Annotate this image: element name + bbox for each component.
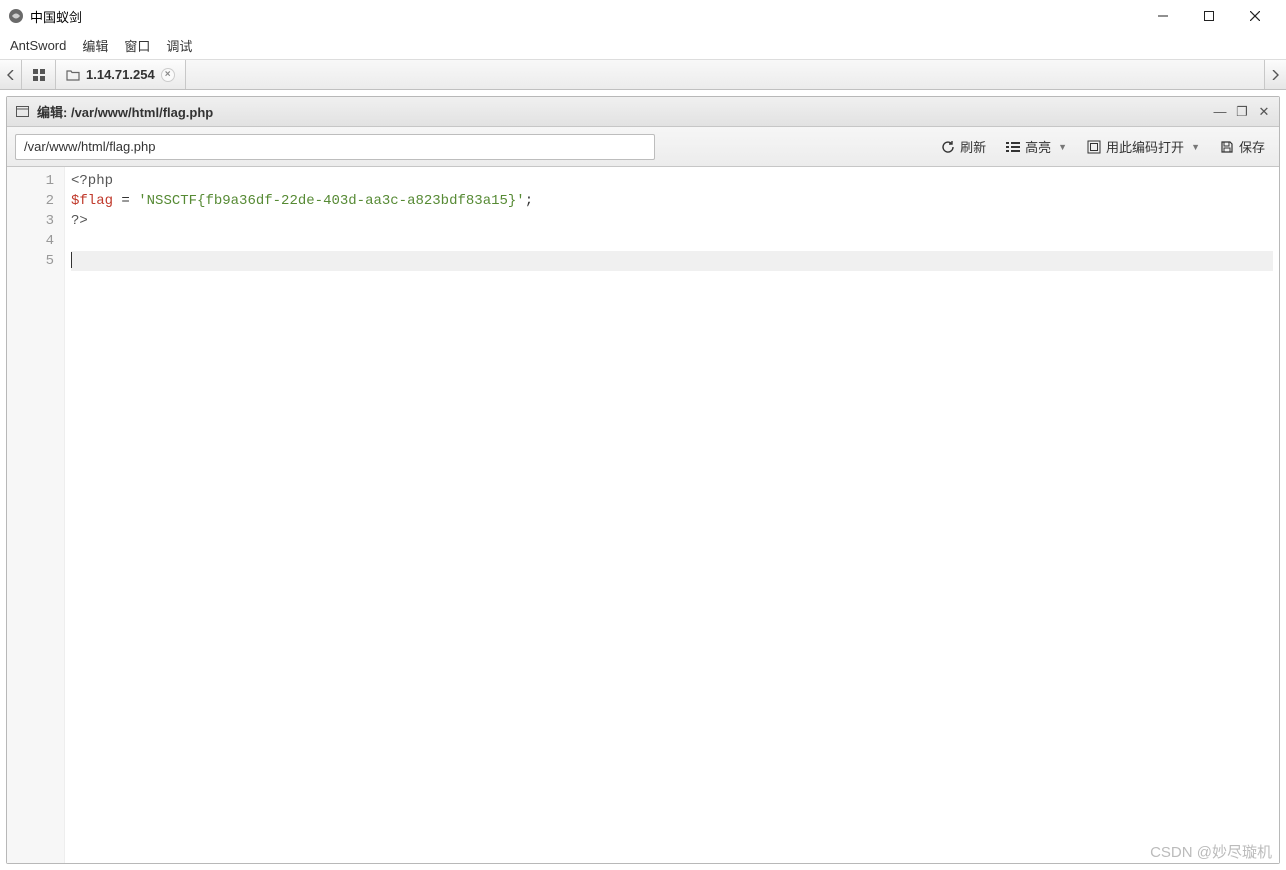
encoding-button[interactable]: 用此编码打开 ▼ xyxy=(1081,134,1206,159)
code-line[interactable]: ?> xyxy=(71,211,1273,231)
app-icon xyxy=(8,8,24,24)
code-editor[interactable]: 12345 <?php$flag = 'NSSCTF{fb9a36df-22de… xyxy=(7,167,1279,863)
encoding-icon xyxy=(1087,140,1101,154)
tab-close-icon[interactable]: × xyxy=(161,68,175,82)
panel-title-path: /var/www/html/flag.php xyxy=(71,105,213,120)
menu-edit[interactable]: 编辑 xyxy=(82,36,108,55)
titlebar: 中国蚁剑 xyxy=(0,0,1286,32)
save-label: 保存 xyxy=(1239,137,1265,156)
code-line[interactable]: $flag = 'NSSCTF{fb9a36df-22de-403d-aa3c-… xyxy=(71,191,1273,211)
save-icon xyxy=(1220,140,1234,154)
line-number: 5 xyxy=(7,251,54,271)
tab-label: 1.14.71.254 xyxy=(86,67,155,82)
line-number: 3 xyxy=(7,211,54,231)
editor-toolbar: 刷新 高亮 ▼ 用此编码打开 ▼ 保存 xyxy=(7,127,1279,167)
menu-debug[interactable]: 调试 xyxy=(166,36,192,55)
list-icon xyxy=(1006,141,1020,153)
tab-scroll-left[interactable] xyxy=(0,60,22,89)
panel-title-prefix: 编辑: xyxy=(37,105,71,120)
folder-icon xyxy=(66,69,80,81)
close-button[interactable] xyxy=(1232,0,1278,32)
chevron-down-icon: ▼ xyxy=(1191,142,1200,152)
panel-minimize-button[interactable]: — xyxy=(1213,104,1227,120)
line-number: 4 xyxy=(7,231,54,251)
save-button[interactable]: 保存 xyxy=(1214,134,1271,159)
highlight-label: 高亮 xyxy=(1025,137,1051,156)
chevron-down-icon: ▼ xyxy=(1058,142,1067,152)
panel-restore-button[interactable]: ❐ xyxy=(1235,104,1249,120)
code-line[interactable] xyxy=(71,231,1273,251)
window-icon xyxy=(15,105,29,119)
encoding-label: 用此编码打开 xyxy=(1106,137,1184,156)
menu-antsword[interactable]: AntSword xyxy=(10,38,66,53)
line-number: 1 xyxy=(7,171,54,191)
maximize-button[interactable] xyxy=(1186,0,1232,32)
line-gutter: 12345 xyxy=(7,167,65,863)
tab-scroll-right[interactable] xyxy=(1264,60,1286,89)
highlight-button[interactable]: 高亮 ▼ xyxy=(1000,134,1073,159)
tabbar: 1.14.71.254 × xyxy=(0,60,1286,90)
code-line[interactable] xyxy=(71,251,1273,271)
line-number: 2 xyxy=(7,191,54,211)
tab-host[interactable]: 1.14.71.254 × xyxy=(56,60,186,89)
refresh-button[interactable]: 刷新 xyxy=(935,134,992,159)
refresh-label: 刷新 xyxy=(960,137,986,156)
tab-grid-button[interactable] xyxy=(22,60,56,89)
panel-controls: — ❐ ✕ xyxy=(1213,104,1271,120)
grid-icon xyxy=(32,68,46,82)
window-controls xyxy=(1140,0,1278,32)
code-area[interactable]: <?php$flag = 'NSSCTF{fb9a36df-22de-403d-… xyxy=(65,167,1279,863)
panel-close-button[interactable]: ✕ xyxy=(1257,104,1271,120)
minimize-button[interactable] xyxy=(1140,0,1186,32)
panel-title: 编辑: /var/www/html/flag.php xyxy=(37,102,1205,121)
window-title: 中国蚁剑 xyxy=(30,7,1140,26)
menubar: AntSword 编辑 窗口 调试 xyxy=(0,32,1286,60)
panel-header: 编辑: /var/www/html/flag.php — ❐ ✕ xyxy=(7,97,1279,127)
path-input[interactable] xyxy=(15,134,655,160)
code-line[interactable]: <?php xyxy=(71,171,1273,191)
menu-window[interactable]: 窗口 xyxy=(124,36,150,55)
refresh-icon xyxy=(941,140,955,154)
editor-panel: 编辑: /var/www/html/flag.php — ❐ ✕ 刷新 高亮 ▼… xyxy=(6,96,1280,864)
